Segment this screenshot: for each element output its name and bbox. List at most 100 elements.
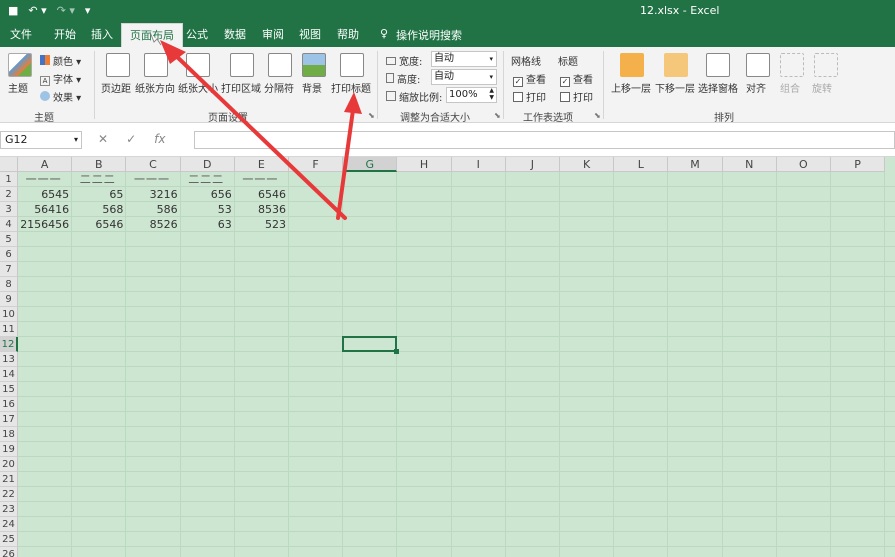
rotate-button[interactable]: 旋转	[812, 80, 832, 95]
group-objects-button[interactable]: 组合	[780, 80, 800, 95]
row-header[interactable]: 3	[0, 202, 18, 217]
row-header[interactable]: 16	[0, 397, 18, 412]
column-header[interactable]: I	[451, 157, 506, 172]
themes-button[interactable]: 主题	[8, 80, 28, 95]
selection-pane-button[interactable]: 选择窗格	[698, 80, 738, 95]
send-backward-button[interactable]: 下移一层	[655, 80, 695, 95]
table-cell[interactable]: 568	[72, 202, 126, 217]
row-header[interactable]: 18	[0, 427, 18, 442]
active-cell-outline[interactable]	[342, 336, 398, 352]
table-cell[interactable]: 56416	[18, 202, 72, 217]
size-button[interactable]: 纸张大小	[178, 80, 218, 95]
row-header[interactable]: 9	[0, 292, 18, 307]
table-cell[interactable]: 656	[181, 187, 235, 202]
table-cell[interactable]: 二二二	[72, 172, 126, 187]
enter-icon[interactable]: ✓	[126, 132, 136, 146]
table-cell[interactable]: 586	[126, 202, 180, 217]
column-header[interactable]: O	[776, 157, 831, 172]
cancel-icon[interactable]: ✕	[98, 132, 108, 146]
print-area-button[interactable]: 打印区域	[221, 80, 261, 95]
column-header[interactable]: C	[126, 157, 181, 172]
align-button[interactable]: 对齐	[746, 80, 766, 95]
row-header[interactable]: 25	[0, 532, 18, 547]
bring-forward-button[interactable]: 上移一层	[611, 80, 651, 95]
tab-formulas[interactable]: 公式	[186, 27, 208, 43]
orientation-button[interactable]: 纸张方向	[135, 80, 175, 95]
scale-spinner[interactable]: 100% ▲ ▼	[446, 87, 497, 103]
row-header[interactable]: 5	[0, 232, 18, 247]
table-cell[interactable]: 二二二	[181, 172, 235, 187]
tab-review[interactable]: 审阅	[262, 27, 284, 43]
table-cell[interactable]: 一一一	[18, 172, 72, 187]
headings-view-checkbox[interactable]: ✓ 查看	[560, 71, 593, 87]
width-dropdown[interactable]: 自动 ▾	[431, 51, 497, 67]
row-header[interactable]: 20	[0, 457, 18, 472]
row-header[interactable]: 7	[0, 262, 18, 277]
fill-handle[interactable]	[394, 349, 400, 354]
tab-file[interactable]: 文件	[10, 27, 32, 43]
tab-data[interactable]: 数据	[224, 27, 246, 43]
table-cell[interactable]: 6546	[72, 217, 126, 232]
row-header[interactable]: 10	[0, 307, 18, 322]
column-header[interactable]: A	[18, 157, 73, 172]
tell-me-search[interactable]: ♀ 操作说明搜索	[380, 27, 462, 43]
row-header[interactable]: 15	[0, 382, 18, 397]
table-cell[interactable]: 8526	[126, 217, 180, 232]
themes-icon[interactable]	[8, 53, 32, 77]
row-header[interactable]: 11	[0, 322, 18, 337]
fonts-button[interactable]: A 字体 ▾	[40, 71, 81, 86]
save-icon[interactable]: ■	[8, 3, 18, 19]
gridlines-view-checkbox[interactable]: ✓ 查看	[513, 71, 546, 87]
customize-qat-icon[interactable]: ▾	[85, 3, 91, 19]
row-header[interactable]: 26	[0, 547, 18, 557]
row-header[interactable]: 24	[0, 517, 18, 532]
row-header[interactable]: 1	[0, 172, 18, 187]
row-header[interactable]: 6	[0, 247, 18, 262]
row-header[interactable]: 13	[0, 352, 18, 367]
table-cell[interactable]: 6545	[18, 187, 72, 202]
row-header[interactable]: 8	[0, 277, 18, 292]
table-cell[interactable]: 523	[235, 217, 289, 232]
column-header[interactable]: B	[72, 157, 127, 172]
column-header[interactable]: J	[505, 157, 560, 172]
column-header[interactable]: N	[722, 157, 777, 172]
row-header[interactable]: 14	[0, 367, 18, 382]
column-header[interactable]: P	[831, 157, 886, 172]
tab-home[interactable]: 开始	[54, 27, 76, 43]
table-cell[interactable]: 一一一	[235, 172, 289, 187]
select-all-corner[interactable]	[0, 157, 18, 172]
row-header[interactable]: 23	[0, 502, 18, 517]
height-dropdown[interactable]: 自动 ▾	[431, 69, 497, 85]
table-cell[interactable]: 一一一	[126, 172, 180, 187]
tab-help[interactable]: 帮助	[337, 27, 359, 43]
tab-view[interactable]: 视图	[299, 27, 321, 43]
table-cell[interactable]: 3216	[126, 187, 180, 202]
column-header[interactable]: K	[560, 157, 615, 172]
page-setup-launcher-icon[interactable]: ⬊	[368, 111, 375, 120]
worksheet-grid[interactable]: A B C D E F G H I J K L M N O P 1 2 3 4 5 6 7 8 9 10 11 12 13 14 15 16 1…	[0, 157, 895, 557]
print-titles-button[interactable]: 打印标题	[331, 80, 371, 95]
table-cell[interactable]: 63	[181, 217, 235, 232]
tab-insert[interactable]: 插入	[91, 27, 113, 43]
effects-button[interactable]: 效果 ▾	[40, 89, 81, 104]
column-header[interactable]: L	[614, 157, 669, 172]
table-cell[interactable]: 2156456	[18, 217, 72, 232]
background-button[interactable]: 背景	[302, 80, 322, 95]
table-cell[interactable]: 6546	[235, 187, 289, 202]
column-header[interactable]: M	[668, 157, 723, 172]
row-header[interactable]: 17	[0, 412, 18, 427]
breaks-button[interactable]: 分隔符	[264, 80, 294, 95]
gridlines-print-checkbox[interactable]: 打印	[513, 89, 546, 104]
name-box[interactable]: G12 ▾	[0, 131, 82, 149]
margins-button[interactable]: 页边距	[101, 80, 131, 95]
sheet-options-launcher-icon[interactable]: ⬊	[594, 111, 601, 120]
column-header[interactable]: G	[343, 157, 398, 172]
row-header[interactable]: 21	[0, 472, 18, 487]
column-header[interactable]: E	[234, 157, 289, 172]
table-cell[interactable]: 65	[72, 187, 126, 202]
tab-page-layout[interactable]: 页面布局	[121, 23, 183, 47]
row-header[interactable]: 22	[0, 487, 18, 502]
formula-input[interactable]	[194, 131, 895, 149]
row-header[interactable]: 19	[0, 442, 18, 457]
table-cell[interactable]: 53	[181, 202, 235, 217]
